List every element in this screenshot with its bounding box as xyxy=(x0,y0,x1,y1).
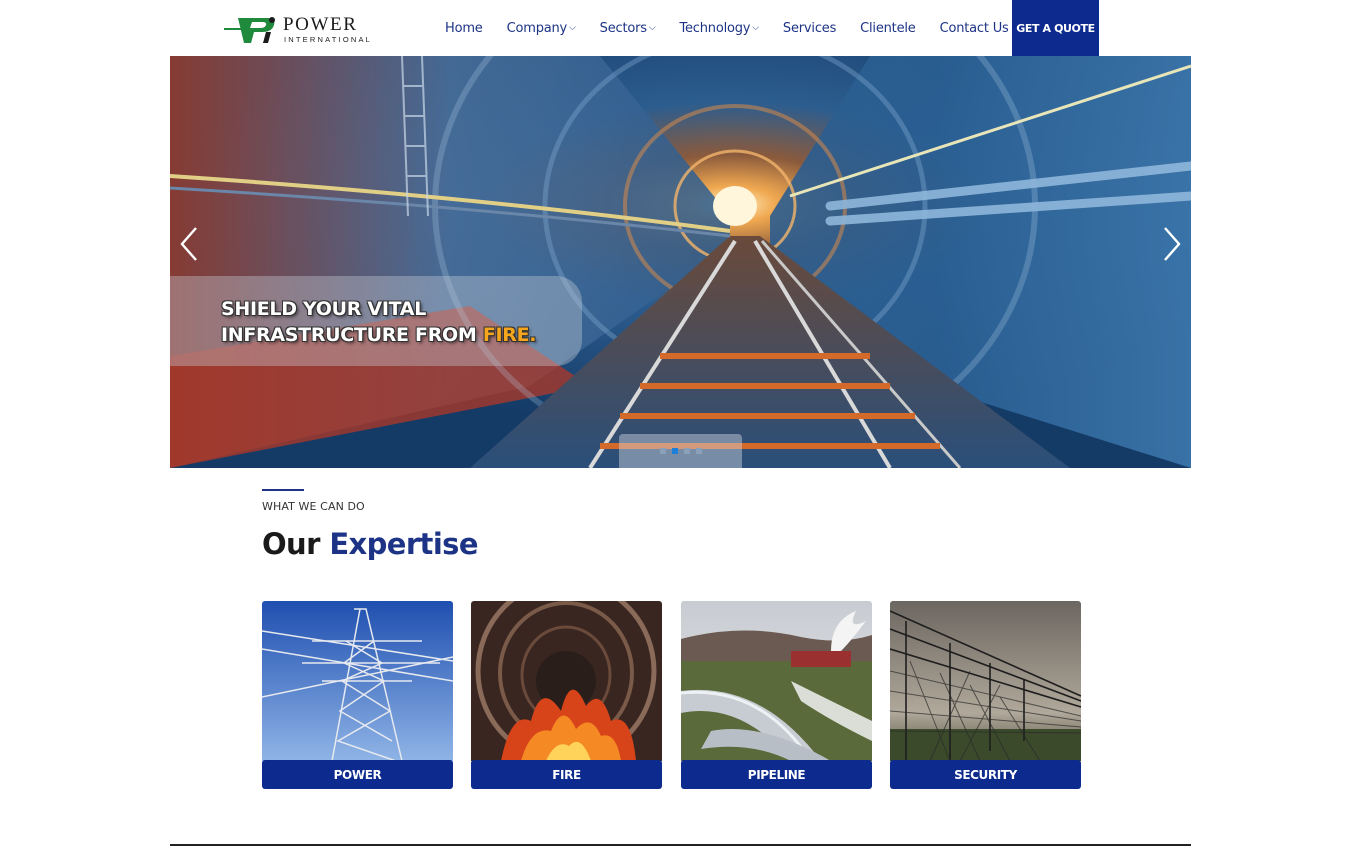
nav-contact-us[interactable]: Contact Us xyxy=(940,21,1009,36)
slider-prev-button[interactable] xyxy=(174,224,204,264)
expertise-card-fire[interactable]: FIRE xyxy=(471,601,662,789)
nav-clientele-label: Clientele xyxy=(860,20,916,36)
nav-company-label: Company xyxy=(506,20,568,36)
chevron-right-icon xyxy=(1164,227,1181,261)
slider-dot-2[interactable] xyxy=(672,448,678,454)
chevron-left-icon xyxy=(180,227,197,261)
security-fence-image xyxy=(890,601,1081,761)
expertise-card-label: FIRE xyxy=(471,760,662,789)
pipeline-image xyxy=(681,601,872,761)
nav-sectors-label: Sectors xyxy=(599,20,647,36)
section-accent-rule xyxy=(262,489,304,491)
section-title: Our Expertise xyxy=(262,527,478,561)
hero-caption-line-2: INFRASTRUCTURE FROM FIRE. xyxy=(221,324,537,346)
hero-slider: SHIELD YOUR VITAL INFRASTRUCTURE FROM FI… xyxy=(170,56,1191,468)
expertise-card-label: POWER xyxy=(262,760,453,789)
main-nav: Home Company ⌵ Sectors ⌵ Technology ⌵ Servi… xyxy=(433,0,1021,56)
section-kicker: WHAT WE CAN DO xyxy=(262,500,365,513)
nav-contact-us-label: Contact Us xyxy=(939,20,1009,36)
brand-logo[interactable]: POWER INTERNATIONAL xyxy=(224,12,370,46)
logo-mark-icon xyxy=(224,17,275,43)
hero-caption-prefix: INFRASTRUCTURE FROM xyxy=(221,324,483,346)
nav-technology-label: Technology xyxy=(679,20,751,36)
section-title-accent: Expertise xyxy=(329,527,478,561)
hero-caption-panel xyxy=(170,276,582,366)
slider-next-button[interactable] xyxy=(1157,224,1187,264)
brand-name: POWER xyxy=(283,14,358,35)
nav-clientele[interactable]: Clientele xyxy=(860,20,916,36)
expertise-card-label: PIPELINE xyxy=(681,760,872,789)
nav-home-label: Home xyxy=(445,20,483,36)
nav-home[interactable]: Home xyxy=(445,21,483,36)
nav-company[interactable]: Company ⌵ xyxy=(507,21,576,36)
hero-slide-image xyxy=(170,56,1191,468)
nav-technology[interactable]: Technology ⌵ xyxy=(679,20,759,36)
brand-tagline: INTERNATIONAL xyxy=(284,35,373,44)
expertise-card-pipeline[interactable]: PIPELINE xyxy=(681,601,872,789)
nav-services-label: Services xyxy=(782,20,837,36)
slider-dot-4[interactable] xyxy=(696,448,702,454)
power-tower-image xyxy=(262,601,453,761)
hero-caption-line-1: SHIELD YOUR VITAL xyxy=(221,298,427,320)
get-a-quote-button[interactable]: GET A QUOTE xyxy=(1012,0,1099,56)
expertise-card-label: SECURITY xyxy=(890,760,1081,789)
chevron-down-icon: ⌵ xyxy=(752,23,759,33)
section-title-plain: Our xyxy=(262,527,320,561)
hero-caption-highlight: FIRE. xyxy=(482,324,537,346)
slider-dot-3[interactable] xyxy=(684,448,690,454)
slider-dot-1[interactable] xyxy=(660,448,666,454)
tunnel-fire-image xyxy=(471,601,662,761)
nav-services[interactable]: Services xyxy=(783,21,836,36)
slider-pagination xyxy=(619,434,742,468)
chevron-down-icon: ⌵ xyxy=(569,23,576,33)
site-header: POWER INTERNATIONAL Home Company ⌵ Sector… xyxy=(0,0,1360,56)
expertise-card-security[interactable]: SECURITY xyxy=(890,601,1081,789)
expertise-card-power[interactable]: POWER xyxy=(262,601,453,789)
nav-sectors[interactable]: Sectors ⌵ xyxy=(600,21,656,36)
chevron-down-icon: ⌵ xyxy=(648,23,656,33)
